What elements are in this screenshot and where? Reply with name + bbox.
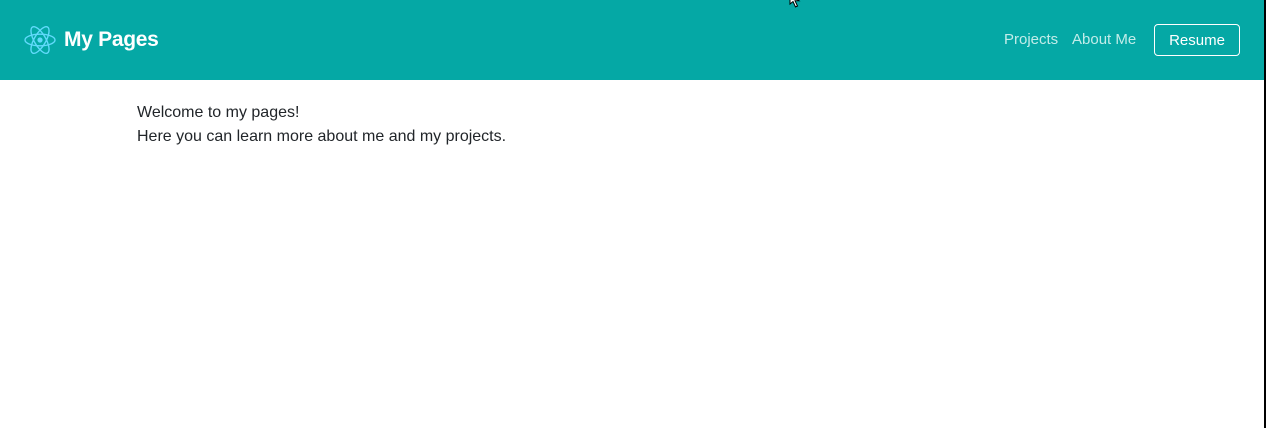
brand-title: My Pages bbox=[64, 28, 159, 51]
main-content: Welcome to my pages! Here you can learn … bbox=[137, 101, 506, 149]
welcome-text: Welcome to my pages! bbox=[137, 104, 300, 121]
nav-link-projects[interactable]: Projects bbox=[1004, 31, 1058, 49]
intro-text: Here you can learn more about me and my … bbox=[137, 128, 507, 145]
resume-button-label: Resume bbox=[1169, 31, 1225, 49]
brand-link[interactable]: My Pages bbox=[23, 23, 159, 57]
mouse-cursor-icon bbox=[789, 0, 801, 8]
react-atom-icon bbox=[24, 25, 56, 55]
navbar: My Pages Projects About Me Resume bbox=[0, 0, 1264, 80]
nav-link-about-me[interactable]: About Me bbox=[1072, 31, 1136, 49]
resume-button[interactable]: Resume bbox=[1154, 24, 1240, 56]
page: My Pages Projects About Me Resume Welcom… bbox=[0, 0, 1266, 428]
